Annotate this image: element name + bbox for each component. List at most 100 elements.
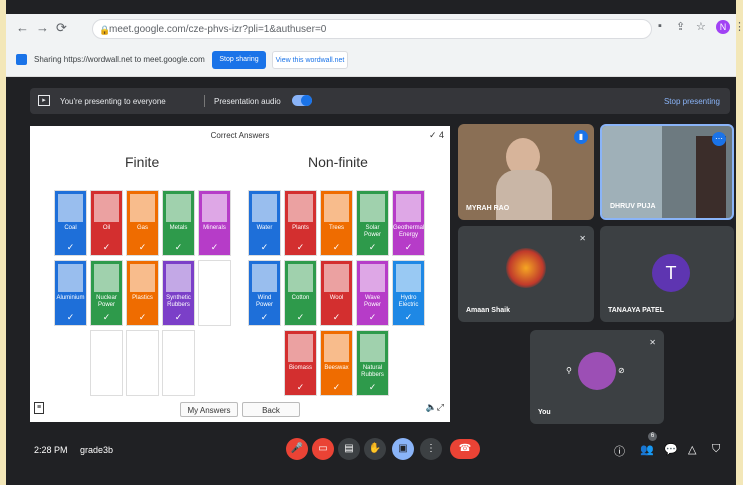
resource-label: Trees [328,225,345,231]
resource-label: Wind Power [255,295,273,308]
check-icon: ✓ [210,242,219,252]
speaking-indicator-icon: ▮ [574,130,588,144]
sound-icon[interactable]: 🔈⤢ [426,402,444,413]
chat-icon[interactable]: 💬 [664,443,678,456]
captions-button[interactable]: ▤ [338,438,360,460]
camera-button[interactable]: ▭ [312,438,334,460]
mic-off-icon[interactable]: ⊘ [618,366,625,375]
check-icon: ✓ [368,382,377,392]
participant-name: TANAAYA PATEL [608,307,665,314]
more-options-button[interactable]: ⋮ [420,438,442,460]
resource-tile[interactable]: Cotton ✓ [284,260,317,326]
resource-label: Synthetic Rubbers [166,295,191,308]
participant-name: You [538,409,551,416]
star-icon[interactable]: ☆ [696,20,706,33]
resource-label: Beeswax [324,365,349,371]
raise-hand-button[interactable]: ✋ [364,438,386,460]
video-tile-p3[interactable]: ✕ Amaan Shaik [458,226,594,322]
back-icon[interactable]: ← [16,20,29,35]
resource-tile[interactable]: Wind Power ✓ [248,260,281,326]
resource-label: Hydro Electric [398,295,419,308]
activities-icon[interactable]: △ [688,443,696,456]
resource-label: Aluminium [56,295,85,301]
check-icon: ✓ [296,382,305,392]
share-icon[interactable]: ⇪ [676,20,685,33]
resource-tile[interactable]: Plants ✓ [284,190,317,256]
resource-tile[interactable]: Oil ✓ [90,190,123,256]
person-video [696,136,726,218]
menu-icon[interactable]: ≡ [34,402,44,414]
participant-avatar: T [652,254,690,292]
view-tab-button[interactable]: View this wordwall.net [272,51,348,69]
resource-image [166,264,191,292]
resource-tile[interactable]: Wool ✓ [320,260,353,326]
menu-dots-icon[interactable]: ⋮ [734,20,743,33]
resource-tile[interactable]: Solar Power ✓ [356,190,389,256]
mic-button[interactable]: 🎤 [286,438,308,460]
resource-label: Solar Power [363,225,381,238]
stop-sharing-button[interactable]: Stop sharing [212,51,266,69]
resource-tile[interactable]: Biomass ✓ [284,330,317,396]
resource-tile[interactable]: Minerals ✓ [198,190,231,256]
empty-slot[interactable] [198,260,231,326]
resource-image [360,194,385,222]
video-tile-p2[interactable]: ⋯ DHRUV PUJA [600,124,734,220]
resource-tile[interactable]: Water ✓ [248,190,281,256]
self-avatar [578,352,616,390]
resource-tile[interactable]: Beeswax ✓ [320,330,353,396]
resource-tile[interactable]: Coal ✓ [54,190,87,256]
resource-tile[interactable]: Wave Power ✓ [356,260,389,326]
resource-label: Plastics [132,295,153,301]
address-bar[interactable]: 🔒 meet.google.com/cze-phvs-izr?pli=1&aut… [92,19,652,39]
empty-slot[interactable] [162,330,195,396]
resource-label: Gas [136,225,148,231]
forward-icon[interactable]: → [36,20,49,35]
presenting-text: You're presenting to everyone [60,97,166,106]
video-tile-p4[interactable]: T TANAAYA PATEL [600,226,734,322]
empty-slot[interactable] [126,330,159,396]
resource-label: Plants [292,225,309,231]
resource-tile[interactable]: Synthetic Rubbers ✓ [162,260,195,326]
resource-tile[interactable]: Gas ✓ [126,190,159,256]
profile-avatar[interactable]: N [716,20,730,34]
check-icon: ✓ [102,312,111,322]
pin-icon[interactable]: ⚲ [566,366,572,375]
back-button[interactable]: Back [242,402,300,417]
resource-image [324,264,349,292]
resource-image [396,264,421,292]
resource-tile[interactable]: Plastics ✓ [126,260,159,326]
check-icon: ✓ [174,242,183,252]
resource-tile[interactable]: Aluminium ✓ [54,260,87,326]
resource-tile[interactable]: Geothermal Energy ✓ [392,190,425,256]
reload-icon[interactable]: ⟳ [56,20,67,36]
resource-tile[interactable]: Trees ✓ [320,190,353,256]
people-count-badge: 6 [648,432,657,441]
resource-image [252,194,277,222]
my-answers-button[interactable]: My Answers [180,402,238,417]
empty-slot[interactable] [90,330,123,396]
resource-label: Wave Power [363,295,381,308]
check-icon: ✓ [332,242,341,252]
check-icon: ✓ [296,242,305,252]
resource-tile[interactable]: Metals ✓ [162,190,195,256]
finite-heading: Finite [125,154,160,170]
resource-tile[interactable]: Hydro Electric ✓ [392,260,425,326]
stop-presenting-button[interactable]: Stop presenting [664,97,720,106]
resource-image [94,194,119,222]
meeting-code: grade3b [80,445,114,455]
end-call-button[interactable]: ☎ [450,439,480,459]
present-button[interactable]: ▣ [392,438,414,460]
presentation-audio-toggle[interactable] [292,95,312,106]
score-value: 4 [438,130,444,140]
resource-tile[interactable]: Nuclear Power ✓ [90,260,123,326]
video-tile-self[interactable]: ⚲ ⊘ ✕ You [530,330,664,424]
camera-icon[interactable]: ▪ [658,20,662,32]
people-icon[interactable]: 👥 [640,443,654,456]
resource-label: Biomass [288,365,312,371]
video-tile-p1[interactable]: ▮ MYRAH RAO [458,124,594,220]
resource-image [324,194,349,222]
resource-tile[interactable]: Natural Rubbers ✓ [356,330,389,396]
check-icon: ✓ [260,312,269,322]
info-icon[interactable]: ⓘ [614,443,625,459]
host-controls-icon[interactable]: ⛉ [712,443,720,456]
